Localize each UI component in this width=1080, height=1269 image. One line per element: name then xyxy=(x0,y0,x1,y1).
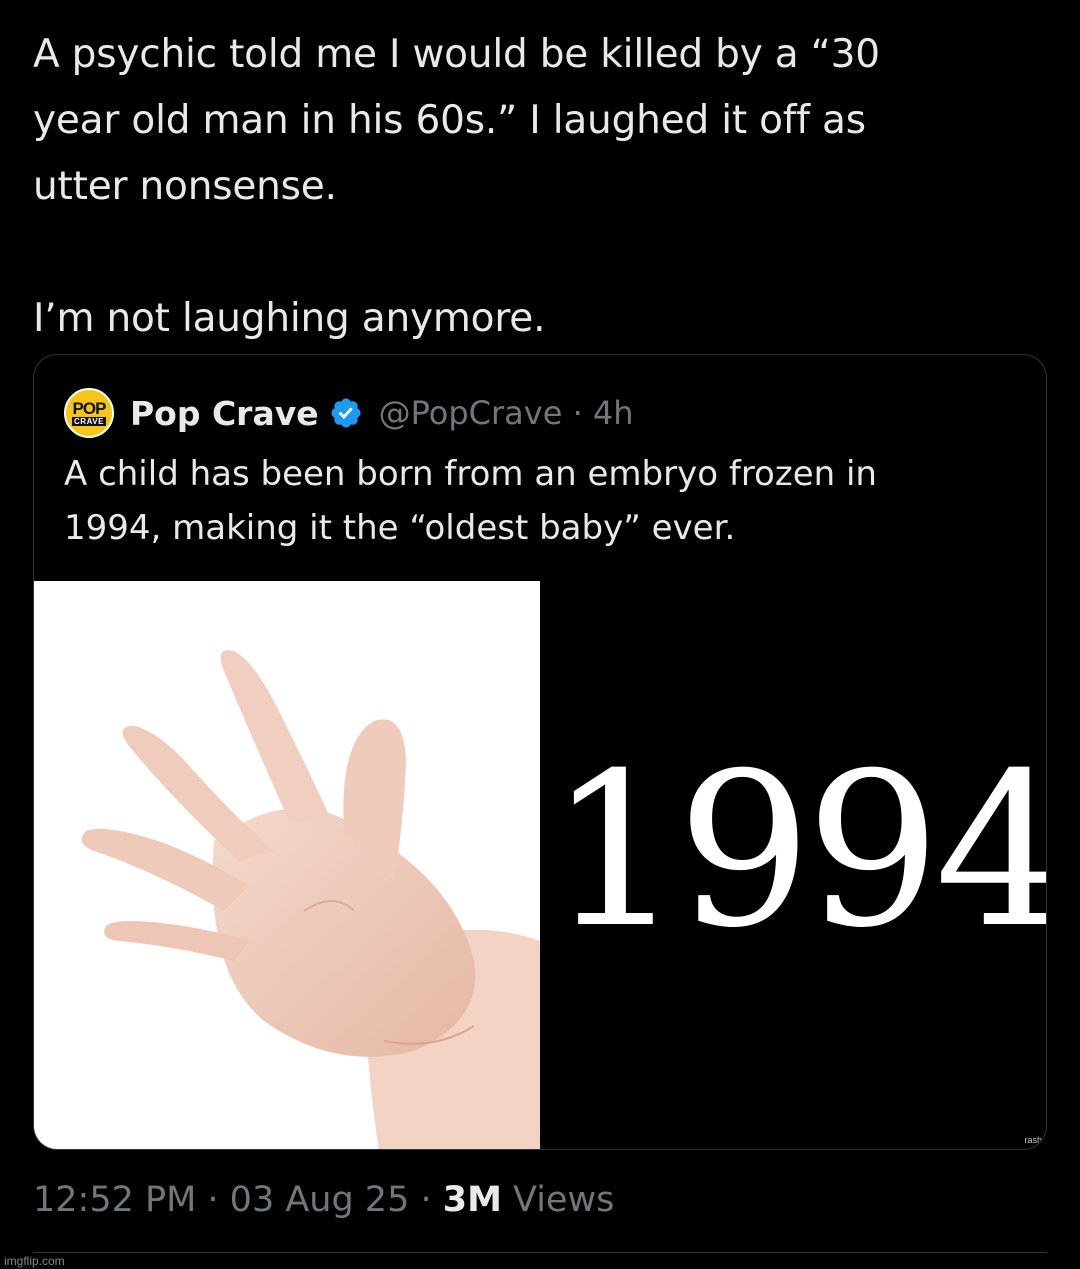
quoted-tweet-card[interactable]: POP CRAVE Pop Crave @PopCrave · 4h A chi… xyxy=(33,354,1047,1150)
views-count: 3M xyxy=(442,1180,502,1220)
avatar-pop-text: POP xyxy=(72,399,107,418)
tweet-line-3: utter nonsense. xyxy=(33,164,337,209)
avatar[interactable]: POP CRAVE xyxy=(64,388,114,438)
views-label: Views xyxy=(501,1180,615,1220)
author-name[interactable]: Pop Crave xyxy=(130,394,319,433)
verified-badge-icon xyxy=(331,398,361,428)
avatar-crave-text: CRAVE xyxy=(72,417,106,426)
tweet-line-4: I’m not laughing anymore. xyxy=(33,296,546,341)
media-watermark: rash xyxy=(1024,1135,1042,1145)
quote-text: A child has been born from an embryo fro… xyxy=(64,447,1024,555)
author-handle-time: @PopCrave · 4h xyxy=(378,394,634,432)
quote-header: POP CRAVE Pop Crave @PopCrave · 4h xyxy=(64,388,634,438)
tweet-meta: 12:52 PM · 03 Aug 25 · 3M Views xyxy=(33,1172,614,1228)
imgflip-watermark: imgflip.com xyxy=(4,1254,65,1268)
baby-hand-illustration xyxy=(81,650,540,1149)
tweet-text: A psychic told me I would be killed by a… xyxy=(33,22,1043,352)
quote-line-2: 1994, making it the “oldest baby” ever. xyxy=(64,508,736,548)
quote-media[interactable]: 1994 rash xyxy=(34,581,1047,1149)
quote-line-1: A child has been born from an embryo fro… xyxy=(64,454,877,494)
tweet-line-1: A psychic told me I would be killed by a… xyxy=(33,32,880,77)
baby-hand-image xyxy=(34,581,540,1149)
tweet-line-2: year old man in his 60s.” I laughed it o… xyxy=(33,98,866,143)
divider xyxy=(33,1252,1047,1253)
time-date[interactable]: 12:52 PM · 03 Aug 25 · xyxy=(33,1180,443,1220)
year-1994-text: 1994 xyxy=(548,727,1047,974)
